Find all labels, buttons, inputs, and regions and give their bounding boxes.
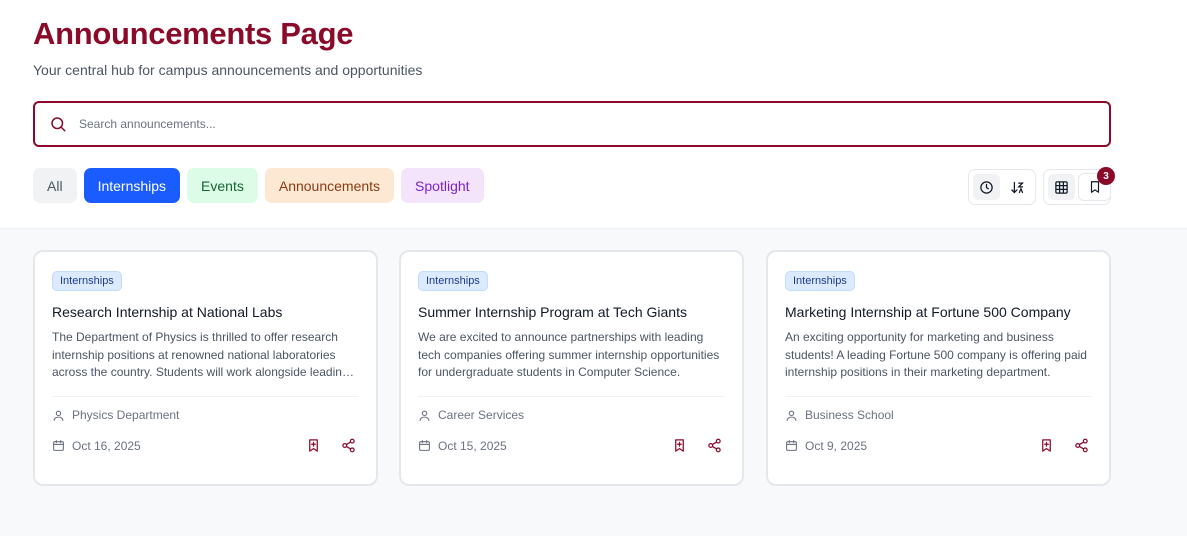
share-icon — [1075, 438, 1088, 453]
date-text: Oct 15, 2025 — [438, 438, 507, 453]
announcement-card[interactable]: Internships Research Internship at Natio… — [33, 250, 378, 486]
card-date: Oct 15, 2025 — [418, 439, 507, 453]
sort-by-recent-button[interactable] — [973, 174, 1000, 200]
bookmark-add-button[interactable] — [306, 438, 321, 453]
card-title[interactable]: Summer Internship Program at Tech Giants — [418, 304, 725, 320]
card-description: We are excited to announce partnerships … — [418, 330, 720, 379]
card-author: Physics Department — [52, 408, 359, 422]
card-title[interactable]: Research Internship at National Labs — [52, 304, 359, 320]
author-name: Career Services — [438, 408, 525, 422]
category-tag: Internships — [52, 271, 122, 291]
clock-icon — [980, 180, 993, 194]
card-date: Oct 16, 2025 — [52, 439, 141, 453]
search-icon — [49, 115, 67, 133]
bookmark-plus-icon — [1042, 439, 1051, 452]
category-tag: Internships — [418, 271, 488, 291]
page-subtitle: Your central hub for campus announcement… — [33, 62, 423, 78]
calendar-icon — [53, 440, 64, 451]
card-title[interactable]: Marketing Internship at Fortune 500 Comp… — [785, 304, 1092, 320]
filter-chip-announcements[interactable]: Announcements — [264, 168, 395, 203]
search-bar[interactable] — [33, 101, 1111, 147]
grid-icon — [1055, 180, 1068, 194]
bookmark-plus-icon — [309, 439, 318, 452]
card-actions — [306, 438, 356, 453]
user-icon — [419, 410, 430, 421]
filter-chip-all[interactable]: All — [33, 168, 77, 203]
card-description: An exciting opportunity for marketing an… — [785, 330, 1087, 379]
card-divider — [52, 396, 359, 397]
card-divider — [785, 396, 1092, 397]
share-button[interactable] — [707, 438, 722, 453]
filter-chip-internships[interactable]: Internships — [83, 168, 181, 203]
share-icon — [342, 438, 355, 453]
card-footer: Oct 15, 2025 — [418, 438, 725, 453]
card-footer: Oct 9, 2025 — [785, 438, 1092, 453]
bookmark-add-button[interactable] — [672, 438, 687, 453]
page-header: Announcements Page Your central hub for … — [0, 0, 1187, 229]
calendar-icon — [419, 440, 430, 451]
page-title: Announcements Page — [33, 16, 354, 51]
card-date: Oct 9, 2025 — [785, 439, 867, 453]
author-name: Physics Department — [72, 408, 180, 422]
category-filters: All Internships Events Announcements Spo… — [33, 168, 484, 203]
filter-chip-events[interactable]: Events — [187, 168, 258, 203]
card-actions — [672, 438, 722, 453]
announcements-grid: Internships Research Internship at Natio… — [0, 229, 1187, 536]
date-text: Oct 9, 2025 — [805, 438, 868, 453]
saved-bookmarks-button[interactable]: 3 — [1078, 167, 1115, 201]
date-text: Oct 16, 2025 — [72, 438, 141, 453]
calendar-icon — [786, 440, 797, 451]
sort-toggle-group — [968, 169, 1036, 205]
card-divider — [418, 396, 725, 397]
card-footer: Oct 16, 2025 — [52, 438, 359, 453]
sort-icon — [1011, 181, 1025, 193]
bookmark-add-button[interactable] — [1039, 438, 1054, 453]
card-author: Business School — [785, 408, 1092, 422]
search-input[interactable] — [79, 117, 979, 131]
category-tag: Internships — [785, 271, 855, 291]
announcement-card[interactable]: Internships Summer Internship Program at… — [399, 250, 744, 486]
bookmark-plus-icon — [675, 439, 684, 452]
sort-order-button[interactable] — [1004, 174, 1031, 200]
author-name: Business School — [805, 408, 894, 422]
share-button[interactable] — [1074, 438, 1089, 453]
bookmark-count-badge: 3 — [1097, 167, 1115, 185]
card-description: The Department of Physics is thrilled to… — [52, 330, 349, 379]
filter-chip-spotlight[interactable]: Spotlight — [401, 168, 484, 203]
user-icon — [786, 410, 797, 421]
share-icon — [708, 438, 721, 453]
announcement-card[interactable]: Internships Marketing Internship at Fort… — [766, 250, 1111, 486]
card-actions — [1039, 438, 1089, 453]
user-icon — [53, 410, 64, 421]
card-author: Career Services — [418, 408, 725, 422]
share-button[interactable] — [341, 438, 356, 453]
grid-view-button[interactable] — [1048, 174, 1075, 200]
